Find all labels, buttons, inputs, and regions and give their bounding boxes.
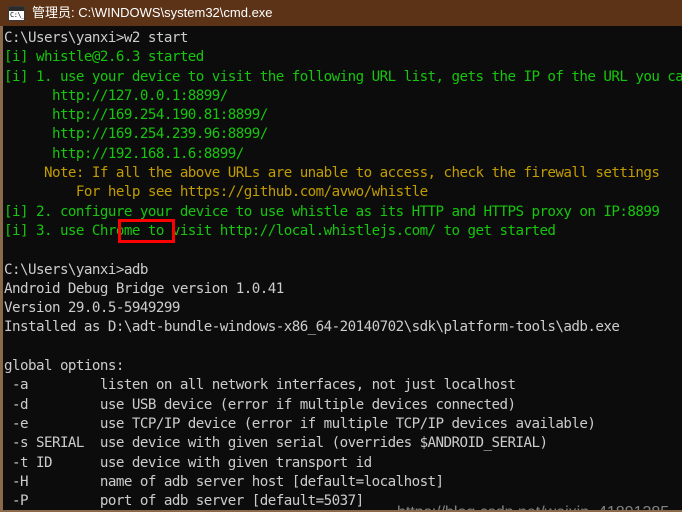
console-line: [i] 3. use Chrome to visit http://local.… [4, 222, 556, 239]
cmd-window: C:\_ 管理员: C:\WINDOWS\system32\cmd.exe C:… [0, 0, 682, 512]
console-line: -d use USB device (error if multiple dev… [4, 396, 516, 413]
title-bar[interactable]: C:\_ 管理员: C:\WINDOWS\system32\cmd.exe [0, 0, 682, 26]
console-line: http://169.254.239.96:8899/ [4, 126, 268, 143]
console-line: http://169.254.190.81:8899/ [4, 107, 268, 124]
console-text-container: C:\Users\yanxi>w2 start [i] whistle@2.6.3… [3, 26, 682, 512]
console-line: http://127.0.0.1:8899/ [4, 87, 228, 104]
console-line: Version 29.0.5-5949299 [4, 300, 180, 317]
cmd-icon-prompt-glyph: C:\_ [10, 10, 25, 19]
window-title: 管理员: C:\WINDOWS\system32\cmd.exe [32, 5, 273, 20]
console-line: Note: If all the above URLs are unable t… [4, 165, 660, 182]
console-line: Android Debug Bridge version 1.0.41 [4, 280, 284, 297]
console-line: [i] whistle@2.6.3 started [4, 49, 204, 66]
console-line: -t ID use device with given transport id [4, 454, 372, 471]
console-line: -P port of adb server [default=5037] [4, 493, 364, 510]
console-line: C:\Users\yanxi>w2 start [4, 30, 188, 46]
console-line: -a listen on all network interfaces, not… [4, 377, 516, 394]
console-line: -e use TCP/IP device (error if multiple … [4, 415, 596, 432]
console-line: [i] 2. configure your device to use whis… [4, 203, 660, 220]
console-line: http://192.168.1.6:8899/ [4, 145, 244, 162]
console-line: Installed as D:\adt-bundle-windows-x86_6… [4, 319, 620, 336]
cmd-icon: C:\_ [8, 5, 25, 21]
console-line: global options: [4, 358, 124, 375]
console-line: C:\Users\yanxi>adb [4, 261, 148, 278]
console-line: For help see https://github.com/avwo/whi… [4, 184, 428, 201]
console-line: -H name of adb server host [default=loca… [4, 473, 444, 490]
console-output-area[interactable]: C:\Users\yanxi>w2 start [i] whistle@2.6.3… [3, 26, 682, 512]
console-line: -s SERIAL use device with given serial (… [4, 435, 548, 452]
console-line: [i] 1. use your device to visit the foll… [4, 68, 682, 85]
